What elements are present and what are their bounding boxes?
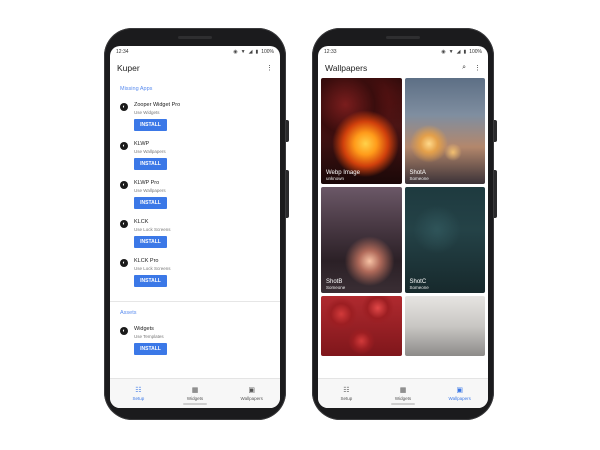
item-subtitle: Use Templates [134,334,164,339]
item-title: KLWP [134,141,150,147]
signal-icon: ◢ [456,49,461,55]
home-indicator[interactable] [183,403,207,405]
screen-setup: 12:34 ◉ ▼ ◢ ▮ 100% Kuper ⋮ Missing Apps … [110,46,280,408]
install-button[interactable]: INSTALL [134,119,167,131]
item-title: KLCK [134,219,149,225]
install-button[interactable]: INSTALL [134,236,167,248]
phone-left: 12:34 ◉ ▼ ◢ ▮ 100% Kuper ⋮ Missing Apps … [104,28,289,420]
data-saver-icon: ◉ [233,49,238,55]
widgets-icon: ▦ [191,386,199,394]
battery-percent: 100% [469,49,482,55]
wallpaper-grid[interactable]: Webp Image unknown ShotA Someone ShotB S… [318,78,488,378]
item-subtitle: Use Lock Screens [134,227,171,232]
app-logo-icon: ◐ [120,220,128,228]
app-logo-icon: ◐ [120,181,128,189]
item-title: Widgets [134,326,154,332]
wallpapers-icon: ▣ [456,386,463,394]
screen-wallpapers: 12:33 ◉ ▼ ◢ ▮ 100% Wallpapers ⌕ ⋮ Webp I… [318,46,488,408]
speaker-grille [386,36,420,39]
nav-label: Setup [340,395,353,401]
item-subtitle: Use Widgets [134,110,160,115]
app-logo-icon: ◐ [120,327,128,335]
wifi-icon: ▼ [448,49,454,55]
status-time: 12:33 [324,49,337,55]
speaker-grille [178,36,212,39]
wallpaper-tile[interactable]: ShotB Someone [321,187,402,293]
list-item: ◐ KLCK Use Lock Screens INSTALL [110,213,280,252]
nav-item-wallpapers[interactable]: ▣ Wallpapers [223,379,280,408]
nav-item-wallpapers[interactable]: ▣ Wallpapers [431,379,488,408]
wallpaper-author: Someone [409,176,429,181]
wallpaper-tile[interactable]: ShotA Someone [404,78,485,184]
wifi-icon: ▼ [240,49,246,55]
app-logo-icon: ◐ [120,142,128,150]
item-title: KLWP Pro [134,180,160,186]
item-subtitle: Use Wallpapers [134,149,166,154]
wallpaper-author: Someone [409,285,429,290]
widgets-icon: ▦ [399,386,407,394]
nav-label: Widgets [186,395,204,401]
power-button [494,170,497,218]
item-title: KLCK Pro [134,258,159,264]
list-item: ◐ KLWP Use Wallpapers INSTALL [110,135,280,174]
wallpaper-tile[interactable] [321,296,402,356]
app-logo-icon: ◐ [120,103,128,111]
wallpaper-author: Someone [326,285,346,290]
item-subtitle: Use Lock Screens [134,266,171,271]
battery-percent: 100% [261,49,274,55]
power-button [286,170,289,218]
nav-label: Wallpapers [240,395,263,401]
status-bar: 12:34 ◉ ▼ ◢ ▮ 100% [110,46,280,58]
nav-label: Wallpapers [448,395,471,401]
bottom-navigation: ☷ Setup ▦ Widgets ▣ Wallpapers [318,378,488,408]
app-bar: Kuper ⋮ [110,58,280,78]
list-item: ◐ KLCK Pro Use Lock Screens INSTALL [110,252,280,291]
phone-right: 12:33 ◉ ▼ ◢ ▮ 100% Wallpapers ⌕ ⋮ Webp I… [312,28,497,420]
install-button[interactable]: INSTALL [134,275,167,287]
status-time: 12:34 [116,49,129,55]
signal-icon: ◢ [248,49,253,55]
search-icon[interactable]: ⌕ [462,64,466,72]
volume-button [286,120,289,142]
volume-button [494,120,497,142]
more-options-icon[interactable]: ⋮ [266,64,273,72]
nav-item-setup[interactable]: ☷ Setup [318,379,375,408]
item-title: Zooper Widget Pro [134,102,181,108]
wallpaper-tile[interactable] [404,296,485,356]
app-bar: Wallpapers ⌕ ⋮ [318,58,488,78]
install-button[interactable]: INSTALL [134,343,167,355]
battery-icon: ▮ [255,49,259,55]
battery-icon: ▮ [463,49,467,55]
section-title-assets: Assets [120,310,137,316]
wallpaper-author: unknown [326,176,345,181]
list-item: ◐ Zooper Widget Pro Use Widgets INSTALL [110,96,280,135]
install-button[interactable]: INSTALL [134,197,167,209]
nav-label: Widgets [394,395,412,401]
app-logo-icon: ◐ [120,259,128,267]
section-title-missing-apps: Missing Apps [120,86,153,92]
nav-item-setup[interactable]: ☷ Setup [110,379,167,408]
home-indicator[interactable] [391,403,415,405]
item-subtitle: Use Wallpapers [134,188,166,193]
setup-icon: ☷ [343,386,350,394]
list-item: ◐ Widgets Use Templates INSTALL [110,320,280,359]
bottom-navigation: ☷ Setup ▦ Widgets ▣ Wallpapers [110,378,280,408]
wallpaper-tile[interactable]: Webp Image unknown [321,78,402,184]
app-title: Kuper [117,63,140,73]
install-button[interactable]: INSTALL [134,158,167,170]
status-bar: 12:33 ◉ ▼ ◢ ▮ 100% [318,46,488,58]
setup-icon: ☷ [135,386,142,394]
more-options-icon[interactable]: ⋮ [474,64,481,72]
setup-list[interactable]: Missing Apps ◐ Zooper Widget Pro Use Wid… [110,78,280,378]
wallpapers-icon: ▣ [248,386,255,394]
data-saver-icon: ◉ [441,49,446,55]
list-item: ◐ KLWP Pro Use Wallpapers INSTALL [110,174,280,213]
app-title: Wallpapers [325,63,368,73]
nav-label: Setup [132,395,145,401]
wallpaper-tile[interactable]: ShotC Someone [404,187,485,293]
